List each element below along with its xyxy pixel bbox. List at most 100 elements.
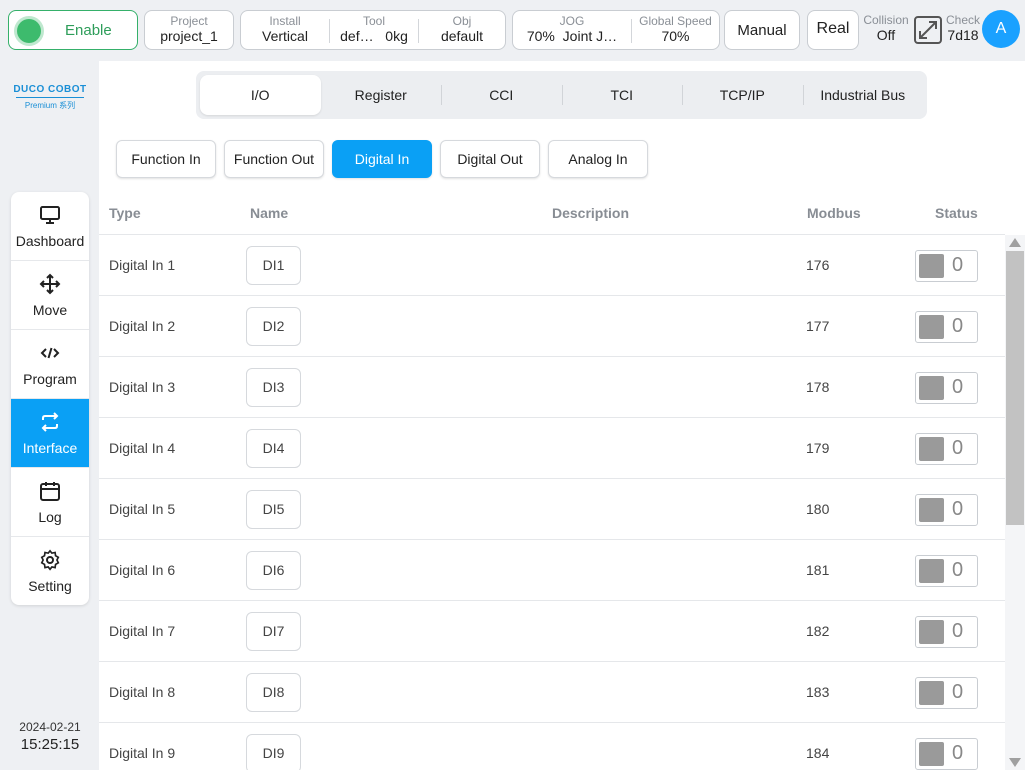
manual-label: Manual [737,22,787,39]
swap-icon [11,411,89,433]
logo-underline [16,97,84,98]
row-modbus: 176 [806,257,830,273]
row-status-indicator: 0 [915,372,978,404]
table-row: Digital In 9 DI9 184 0 [99,723,1005,770]
check-status[interactable]: Check 7d18 [944,14,982,44]
tab-tci[interactable]: TCI [561,75,683,115]
status-led [919,620,944,644]
row-name-field[interactable]: DI9 [246,734,301,770]
jog-label: JOG [559,14,585,28]
subtab-function-in[interactable]: Function In [116,140,216,178]
row-status-indicator: 0 [915,738,978,770]
row-modbus: 184 [806,745,830,761]
row-name-field[interactable]: DI3 [246,368,301,407]
row-modbus: 177 [806,318,830,334]
enable-label: Enable [65,22,112,39]
sidebar-item-label: Setting [28,578,72,594]
obj-selector[interactable]: Obj default [419,11,505,49]
subtab-digital-in[interactable]: Digital In [332,140,432,178]
sidebar-item-log[interactable]: Log [11,468,89,537]
duco-logo: DUCO COBOT Premium 系列 [10,84,90,111]
jog-value: 70% [526,28,555,44]
tab-industrial-bus[interactable]: Industrial Bus [802,75,924,115]
row-type: Digital In 6 [109,562,176,578]
table-row: Digital In 6 DI6 181 0 [99,540,1005,601]
tab-cci[interactable]: CCI [441,75,562,115]
header-status: Status [935,205,978,221]
real-mode-button[interactable]: Real [807,10,859,50]
calendar-icon [11,480,89,502]
check-value: 7d18 [947,27,979,43]
sidebar-item-dashboard[interactable]: Dashboard [11,192,89,261]
table-row: Digital In 7 DI7 182 0 [99,601,1005,662]
install-selector[interactable]: Install Vertical [241,11,329,49]
row-name-field[interactable]: DI8 [246,673,301,712]
tool-selector[interactable]: Tool def… 0kg [330,11,418,49]
row-status-indicator: 0 [915,677,978,709]
header-description: Description [552,205,630,221]
enable-button[interactable]: Enable [8,10,138,50]
subtab-digital-out[interactable]: Digital Out [440,140,540,178]
subtab-analog-in[interactable]: Analog In [548,140,648,178]
user-avatar[interactable]: A [982,10,1020,48]
row-modbus: 178 [806,379,830,395]
table-row: Digital In 8 DI8 183 0 [99,662,1005,723]
tab-register[interactable]: Register [321,75,442,115]
row-name-field[interactable]: DI5 [246,490,301,529]
install-tool-obj-panel[interactable]: Install Vertical Tool def… 0kg Obj defau… [240,10,506,50]
row-name-field[interactable]: DI1 [246,246,301,285]
sidebar-item-program[interactable]: Program [11,330,89,399]
project-value: project_1 [160,28,218,44]
sidebar-item-setting[interactable]: Setting [11,537,89,605]
move-arrows-icon [11,273,89,295]
install-value: Vertical [262,28,308,44]
header-name: Name [250,205,289,221]
status-led [919,254,944,278]
collision-status[interactable]: Collision Off [862,14,910,44]
table-body: Digital In 1 DI1 176 0 Digital In 2 DI2 … [99,235,1005,770]
manual-mode-button[interactable]: Manual [724,10,800,50]
status-value: 0 [952,498,964,520]
table-row: Digital In 4 DI4 179 0 [99,418,1005,479]
collision-label: Collision [863,13,909,27]
table-row: Digital In 3 DI3 178 0 [99,357,1005,418]
row-status-indicator: 0 [915,555,978,587]
current-date: 2024-02-21 [19,720,81,734]
subtab-function-out[interactable]: Function Out [224,140,324,178]
row-name-field[interactable]: DI2 [246,307,301,346]
scroll-down-icon[interactable] [1009,758,1021,767]
expand-icon[interactable] [914,16,942,44]
sidebar-item-interface[interactable]: Interface [11,399,89,468]
status-value: 0 [952,742,964,764]
row-modbus: 179 [806,440,830,456]
global-speed-label: Global Speed [639,14,712,28]
row-type: Digital In 3 [109,379,176,395]
monitor-icon [11,204,89,226]
row-modbus: 183 [806,684,830,700]
row-name-field[interactable]: DI7 [246,612,301,651]
jog-selector[interactable]: JOG 70% Joint J… [513,11,631,49]
tab-io[interactable]: I/O [200,75,321,115]
sidebar-item-move[interactable]: Move [11,261,89,330]
status-led [919,742,944,766]
row-type: Digital In 2 [109,318,176,334]
scrollbar-thumb[interactable] [1006,251,1024,525]
global-speed-value: 70% [661,28,690,44]
io-subtabs: Function In Function Out Digital In Digi… [116,140,656,178]
scroll-up-icon[interactable] [1009,238,1021,247]
sidebar-item-label: Move [32,302,68,318]
row-status-indicator: 0 [915,250,978,282]
row-name-field[interactable]: DI4 [246,429,301,468]
project-selector[interactable]: Project project_1 [144,10,234,50]
top-bar: Enable Project project_1 Install Vertica… [0,0,1025,60]
table-scrollbar[interactable] [1005,235,1025,770]
row-name-field[interactable]: DI6 [246,551,301,590]
tab-tcp-ip[interactable]: TCP/IP [682,75,803,115]
global-speed-selector[interactable]: Global Speed 70% [632,11,719,49]
row-modbus: 182 [806,623,830,639]
status-led [919,376,944,400]
status-value: 0 [952,559,964,581]
jog-speed-panel[interactable]: JOG 70% Joint J… Global Speed 70% [512,10,720,50]
status-led [919,315,944,339]
status-led [919,437,944,461]
